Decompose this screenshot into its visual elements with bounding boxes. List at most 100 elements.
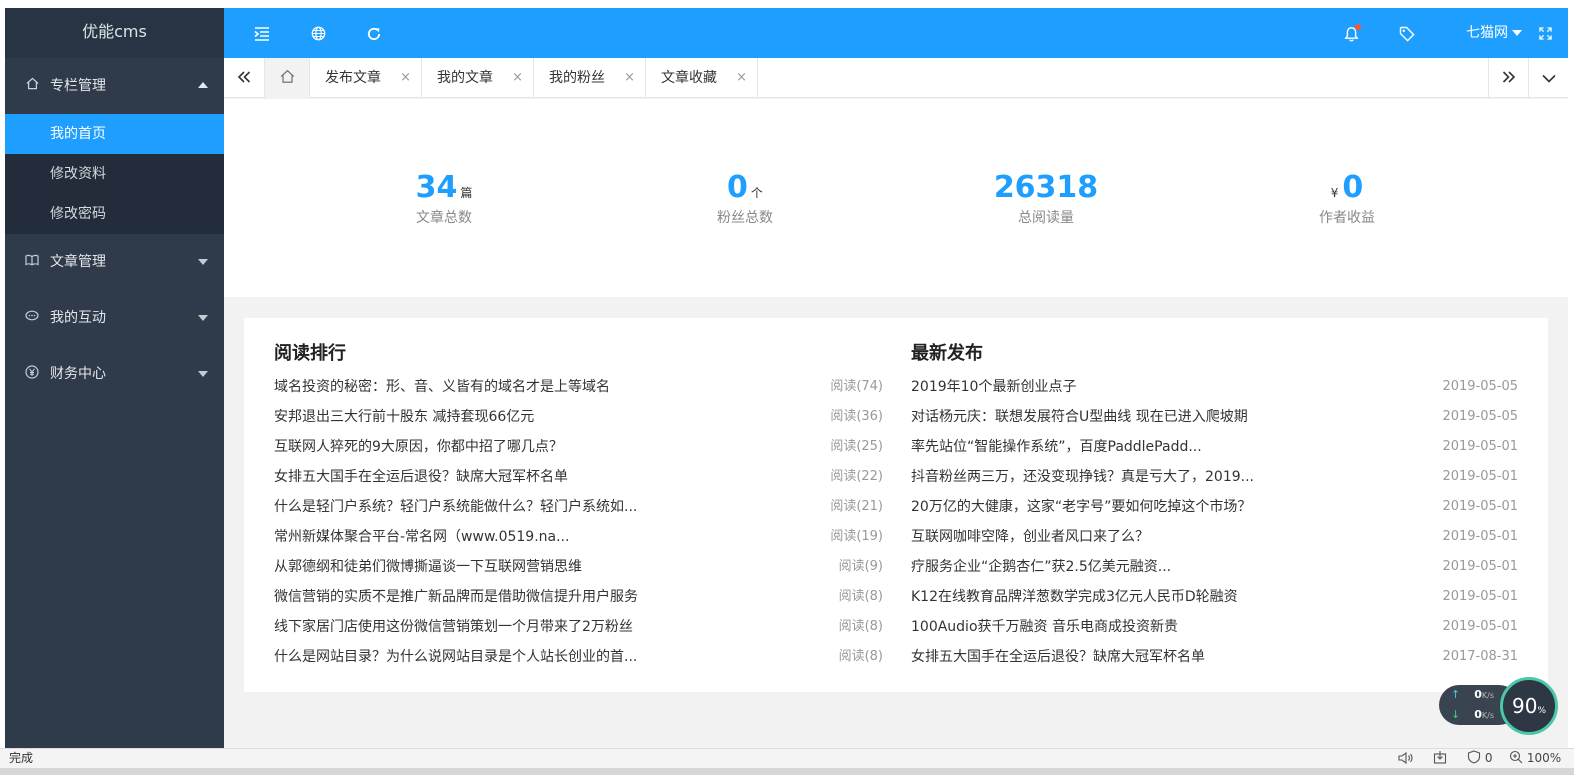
- zoom-control[interactable]: 100%: [1509, 749, 1561, 768]
- article-title: 互联网人猝死的9大原因，你都中招了哪几点？: [274, 439, 563, 455]
- ranking-row[interactable]: 线下家居门店使用这份微信营销策划一个月带来了2万粉丝 阅读(8): [274, 612, 883, 642]
- latest-row[interactable]: 疗服务企业“企鹅杏仁”获2.5亿美元融资... 2019-05-01: [911, 552, 1518, 582]
- stat-label: 文章总数: [416, 210, 472, 226]
- close-icon[interactable]: ×: [512, 58, 523, 98]
- menu-group-column: 专栏管理 我的首页 修改资料 修改密码: [5, 58, 224, 234]
- submenu-item-my-home[interactable]: 我的首页: [5, 114, 224, 154]
- submenu-item-edit-profile[interactable]: 修改资料: [5, 154, 224, 194]
- latest-row[interactable]: 100Audio获千万融资 音乐电商成投资新贵 2019-05-01: [911, 612, 1518, 642]
- app-logo[interactable]: 优能cms: [5, 8, 224, 58]
- adblock-indicator[interactable]: 0: [1467, 749, 1492, 768]
- ranking-row[interactable]: 常州新媒体聚合平台-常名网（www.0519.na... 阅读(19): [274, 522, 883, 552]
- app-frame: 优能cms 专栏管理 我的首页 修改资料 修改密码 文章管理 我的互动 财务中心…: [5, 8, 1568, 748]
- tabs-scroll-left-button[interactable]: [224, 58, 264, 98]
- shield-icon: [1467, 750, 1481, 764]
- tabs-menu-button[interactable]: [1528, 58, 1568, 98]
- latest-row[interactable]: 女排五大国手在全运后退役？缺席大冠军杯名单 2017-08-31: [911, 642, 1518, 672]
- stat-label: 总阅读量: [1018, 210, 1074, 226]
- publish-date: 2019-05-01: [1442, 619, 1518, 634]
- chevron-down-icon: [198, 371, 208, 377]
- tab-favorites[interactable]: 文章收藏 ×: [646, 58, 758, 98]
- menu-my-interaction[interactable]: 我的互动: [5, 290, 224, 346]
- menu-finance-center[interactable]: 财务中心: [5, 346, 224, 402]
- website-button[interactable]: [302, 8, 334, 58]
- menu-article-management[interactable]: 文章管理: [5, 234, 224, 290]
- latest-row[interactable]: K12在线教育品牌洋葱数学完成3亿元人民币D轮融资 2019-05-01: [911, 582, 1518, 612]
- section-title: 阅读排行: [274, 343, 346, 364]
- download-manager-icon[interactable]: [1433, 749, 1447, 768]
- stat-unit: 个: [750, 186, 763, 200]
- speaker-icon[interactable]: [1398, 749, 1414, 768]
- latest-row[interactable]: 抖音粉丝两三万，还没变现挣钱？真是亏大了，2019... 2019-05-01: [911, 462, 1518, 492]
- article-title: 20万亿的大健康，这家“老字号”要如何吃掉这个市场？: [911, 499, 1252, 515]
- publish-date: 2019-05-05: [1442, 409, 1518, 424]
- stat-label: 作者收益: [1319, 210, 1375, 226]
- article-title: 女排五大国手在全运后退役？缺席大冠军杯名单: [911, 649, 1205, 665]
- menu-label: 文章管理: [50, 254, 106, 270]
- read-count: 阅读(74): [830, 379, 883, 394]
- browser-status-bar: 完成 0 100%: [0, 748, 1574, 768]
- fullscreen-icon: [1538, 27, 1552, 40]
- tabs-list: 发布文章 × 我的文章 × 我的粉丝 × 文章收藏 ×: [310, 58, 758, 98]
- ranking-row[interactable]: 安邦退出三大行前十股东 减持套现66亿元 阅读(36): [274, 402, 883, 432]
- read-count: 阅读(25): [830, 439, 883, 454]
- double-chevron-left-icon: [237, 71, 251, 83]
- stat-article-count: 34 篇 文章总数: [344, 171, 544, 227]
- top-header: 七猫网: [224, 8, 1568, 58]
- publish-date: 2019-05-01: [1442, 499, 1518, 514]
- user-menu[interactable]: 七猫网: [1466, 8, 1522, 58]
- taskbar-strip: [0, 768, 1574, 775]
- stat-total-reads: 26318 总阅读量: [946, 171, 1146, 227]
- fullscreen-button[interactable]: [1530, 8, 1560, 58]
- article-title: 率先站位“智能操作系统”，百度PaddlePadd...: [911, 439, 1202, 455]
- tab-publish-article[interactable]: 发布文章 ×: [310, 58, 422, 98]
- stat-value: 34: [415, 170, 458, 205]
- submenu-item-change-password[interactable]: 修改密码: [5, 194, 224, 234]
- zoom-level: 100%: [1526, 751, 1562, 765]
- tabs-scroll-right-button[interactable]: [1488, 58, 1528, 98]
- ranking-row[interactable]: 什么是轻门户系统？轻门户系统能做什么？轻门户系统如... 阅读(21): [274, 492, 883, 522]
- tag-button[interactable]: [1390, 8, 1424, 58]
- close-icon[interactable]: ×: [400, 58, 411, 98]
- book-icon: [25, 234, 39, 290]
- tab-home[interactable]: [264, 58, 310, 98]
- ranking-row[interactable]: 互联网人猝死的9大原因，你都中招了哪几点？ 阅读(25): [274, 432, 883, 462]
- menu-column-management[interactable]: 专栏管理: [5, 58, 224, 114]
- latest-row[interactable]: 互联网咖啡空降，创业者风口来了么？ 2019-05-01: [911, 522, 1518, 552]
- sidebar-toggle-button[interactable]: [246, 8, 278, 58]
- publish-date: 2019-05-01: [1442, 469, 1518, 484]
- close-icon[interactable]: ×: [624, 58, 635, 98]
- stats-panel: 34 篇 文章总数 0个 粉丝总数 26318 总阅读量 ¥0 作者收益: [224, 99, 1568, 297]
- refresh-button[interactable]: [358, 8, 390, 58]
- stat-value: 0: [727, 170, 748, 205]
- article-title: 抖音粉丝两三万，还没变现挣钱？真是亏大了，2019...: [911, 469, 1254, 485]
- tab-my-articles[interactable]: 我的文章 ×: [422, 58, 534, 98]
- section-title: 最新发布: [911, 343, 983, 364]
- stat-author-income: ¥0 作者收益: [1247, 171, 1447, 227]
- close-icon[interactable]: ×: [736, 58, 747, 98]
- latest-articles-list: 最新发布 2019年10个最新创业点子 2019-05-05 对话杨元庆：联想发展符…: [911, 342, 1518, 672]
- ranking-row[interactable]: 微信营销的实质不是推广新品牌而是借助微信提升用户服务 阅读(8): [274, 582, 883, 612]
- stat-value: 0: [1342, 170, 1364, 205]
- stat-value: 26318: [993, 170, 1099, 205]
- tab-my-fans[interactable]: 我的粉丝 ×: [534, 58, 646, 98]
- ranking-row[interactable]: 从郭德纲和徒弟们微博撕逼谈一下互联网营销思维 阅读(9): [274, 552, 883, 582]
- latest-row[interactable]: 2019年10个最新创业点子 2019-05-05: [911, 372, 1518, 402]
- ranking-row[interactable]: 女排五大国手在全运后退役？缺席大冠军杯名单 阅读(22): [274, 462, 883, 492]
- latest-row[interactable]: 对话杨元庆：联想发展符合U型曲线 现在已进入爬坡期 2019-05-05: [911, 402, 1518, 432]
- refresh-icon: [367, 27, 381, 40]
- article-title: 从郭德纲和徒弟们微博撕逼谈一下互联网营销思维: [274, 559, 582, 575]
- chevron-down-icon: [1541, 74, 1556, 83]
- yen-icon: [25, 346, 39, 402]
- latest-row[interactable]: 率先站位“智能操作系统”，百度PaddlePadd... 2019-05-01: [911, 432, 1518, 462]
- latest-row[interactable]: 20万亿的大健康，这家“老字号”要如何吃掉这个市场？ 2019-05-01: [911, 492, 1518, 522]
- ranking-row[interactable]: 域名投资的秘密：形、音、义皆有的域名才是上等域名 阅读(74): [274, 372, 883, 402]
- blocked-count: 0: [1484, 751, 1493, 765]
- notification-button[interactable]: [1334, 8, 1368, 58]
- menu-label: 我的互动: [50, 310, 106, 326]
- ranking-row[interactable]: 什么是网站目录？为什么说网站目录是个人站长创业的首... 阅读(8): [274, 642, 883, 672]
- memory-gauge[interactable]: 90%: [1500, 677, 1558, 735]
- notification-dot: [1355, 24, 1361, 30]
- tab-label: 我的粉丝: [549, 70, 605, 86]
- chevron-up-icon: [198, 82, 208, 88]
